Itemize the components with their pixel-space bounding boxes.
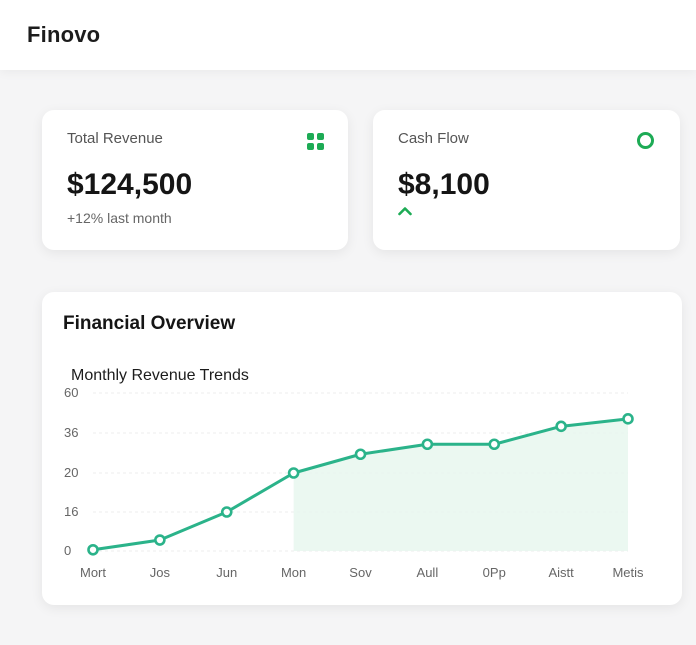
y-tick-label: 60 (64, 385, 78, 400)
y-tick-label: 16 (64, 504, 78, 519)
data-point (287, 467, 300, 479)
data-point (220, 506, 233, 518)
grid-icon[interactable] (307, 133, 324, 150)
y-tick-label: 36 (64, 425, 78, 440)
chart-area-fill (293, 418, 628, 551)
cash-flow-value: $8,100 (398, 168, 490, 201)
data-point (488, 438, 501, 451)
x-tick-label: Aull (417, 565, 439, 580)
data-point (622, 413, 634, 425)
data-point (555, 420, 567, 433)
chevron-up-icon (398, 207, 412, 216)
data-point (354, 448, 367, 461)
total-revenue-change: +12% last month (67, 210, 172, 226)
total-revenue-value: $124,500 (67, 168, 193, 201)
x-tick-label: Jun (216, 565, 237, 580)
data-point (87, 543, 99, 556)
chart-title: Monthly Revenue Trends (71, 367, 249, 384)
total-revenue-label: Total Revenue (67, 130, 163, 147)
x-tick-label: 0Pp (483, 565, 506, 580)
app-logo[interactable]: Finovo (27, 22, 100, 48)
cash-flow-label: Cash Flow (398, 130, 469, 147)
data-point (421, 438, 434, 451)
x-tick-label: Metis (612, 565, 644, 580)
x-tick-label: Jos (150, 565, 171, 580)
circle-icon[interactable] (637, 132, 654, 149)
x-tick-label: Aistt (548, 565, 574, 580)
x-tick-label: Mon (281, 565, 306, 580)
financial-overview-card: Financial Overview 0 16 20 36 60 Mort Jos Jun Mo… (42, 292, 682, 605)
y-tick-label: 20 (64, 465, 78, 480)
cash-flow-card[interactable]: Cash Flow $8,100 (373, 110, 680, 250)
data-point (154, 534, 166, 546)
revenue-line-chart: 0 16 20 36 60 Mort Jos Jun Mon Sov Aull 0Pp Aistt Met… (64, 385, 644, 580)
x-tick-label: Mort (80, 565, 106, 580)
y-tick-label: 0 (64, 543, 71, 558)
top-bar: Finovo (0, 0, 696, 70)
total-revenue-card[interactable]: Total Revenue $124,500 +12% last month (42, 110, 348, 250)
x-tick-label: Sov (349, 565, 372, 580)
